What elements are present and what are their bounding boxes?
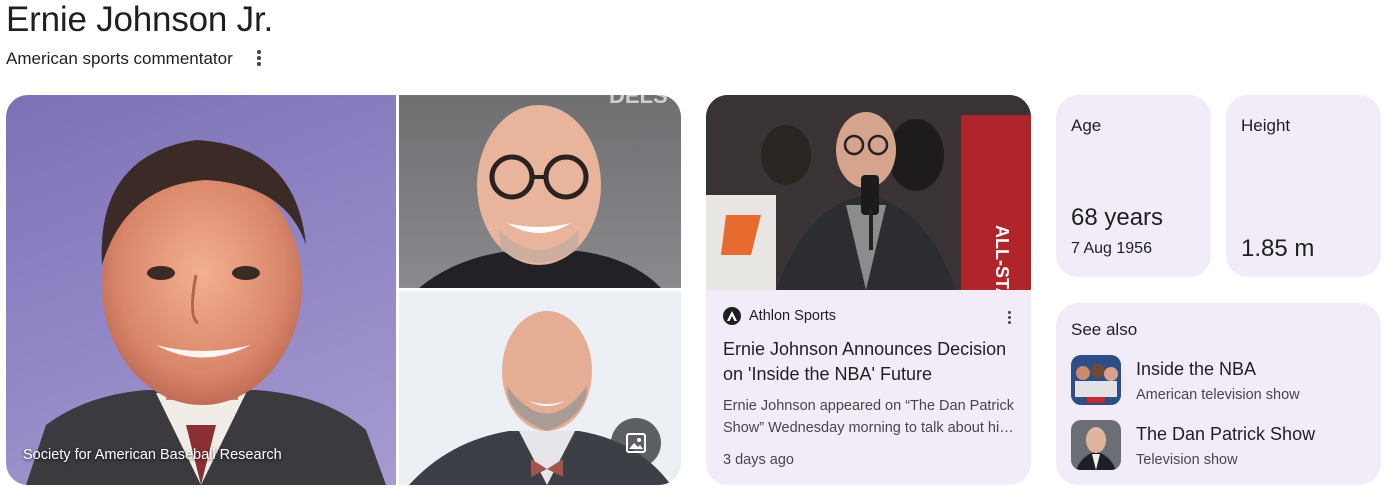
portrait-illustration: DELS <box>419 95 668 288</box>
height-label: Height <box>1241 116 1291 135</box>
image-icon <box>626 433 646 453</box>
see-also-name: Inside the NBA <box>1136 359 1257 379</box>
news-card[interactable]: ALL-STA Athlon Sports Ernie Johnson Anno… <box>706 95 1031 485</box>
see-also-description: Television show <box>1136 452 1238 468</box>
age-value: 68 years <box>1071 204 1164 231</box>
image-gallery: Society for American Baseball Research D… <box>6 95 681 485</box>
portrait-image-3[interactable] <box>399 291 681 485</box>
portrait-illustration <box>26 140 386 485</box>
page-subtitle: American sports commentator <box>6 49 233 68</box>
age-fact-card[interactable]: Age 68 years 7 Aug 1956 <box>1056 95 1211 277</box>
see-also-card: See also Inside the NBA American televis… <box>1056 303 1381 485</box>
portrait-image-2[interactable]: DELS <box>399 95 681 288</box>
age-label: Age <box>1071 116 1102 135</box>
dan-patrick-show-thumbnail <box>1071 420 1121 470</box>
more-options-icon[interactable] <box>250 47 268 69</box>
page-title: Ernie Johnson Jr. <box>6 0 274 39</box>
inside-the-nba-thumbnail <box>1071 355 1121 405</box>
see-also-description: American television show <box>1136 387 1300 403</box>
athlon-sports-logo-icon <box>723 307 741 325</box>
view-images-button[interactable] <box>611 418 661 468</box>
height-fact-card[interactable]: Height 1.85 m <box>1226 95 1381 277</box>
news-image: ALL-STA <box>706 95 1031 290</box>
see-also-item-inside-the-nba[interactable]: Inside the NBA American television show <box>1071 355 1371 407</box>
news-illustration: ALL-STA <box>706 95 1031 290</box>
news-headline[interactable]: Ernie Johnson Announces Decision on 'Ins… <box>723 337 1018 387</box>
news-timestamp: 3 days ago <box>723 452 794 468</box>
news-source: Athlon Sports <box>723 307 1018 325</box>
svg-text:DELS: DELS <box>609 95 668 108</box>
see-also-item-dan-patrick-show[interactable]: The Dan Patrick Show Television show <box>1071 420 1371 472</box>
main-portrait-image[interactable]: Society for American Baseball Research <box>6 95 396 485</box>
image-source-caption: Society for American Baseball Research <box>23 447 282 463</box>
news-snippet: Ernie Johnson appeared on “The Dan Patri… <box>723 398 1014 436</box>
see-also-name: The Dan Patrick Show <box>1136 424 1316 444</box>
see-also-title: See also <box>1071 320 1138 339</box>
birth-date: 7 Aug 1956 <box>1071 240 1152 257</box>
news-source-name: Athlon Sports <box>749 308 837 324</box>
height-value: 1.85 m <box>1241 235 1315 262</box>
news-more-options-icon[interactable] <box>1008 311 1011 324</box>
svg-text:ALL-STA: ALL-STA <box>992 225 1012 290</box>
